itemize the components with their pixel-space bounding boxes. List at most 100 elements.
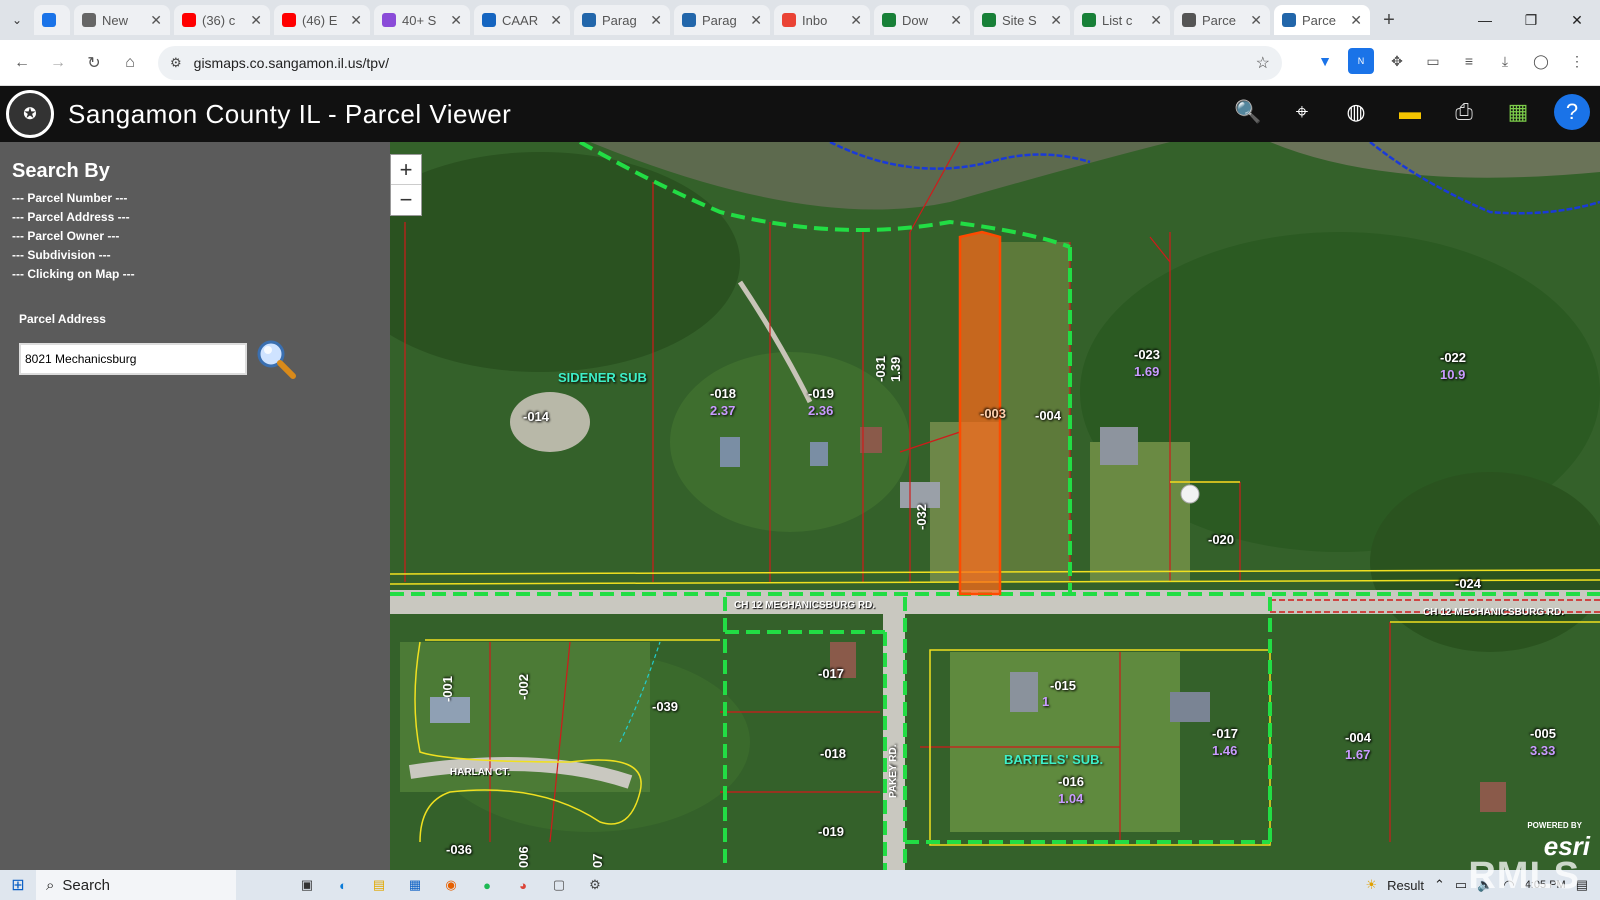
parcel-label[interactable]: -004 [1345, 730, 1371, 745]
parcel-label[interactable]: -017 [818, 666, 844, 681]
parcel-label[interactable]: 07 [590, 854, 605, 868]
reload-icon[interactable]: ↻ [76, 45, 112, 81]
parcel-label[interactable]: 006 [516, 846, 531, 868]
tab-close-icon[interactable]: ✕ [150, 12, 162, 29]
downloads-icon[interactable]: ⤓ [1492, 48, 1518, 74]
browser-tab[interactable]: Dow ✕ [874, 5, 970, 35]
parcel-label[interactable]: -031 [873, 356, 888, 382]
zoom-in-button[interactable]: + [391, 155, 421, 185]
bookmark-star-icon[interactable]: ☆ [1256, 53, 1270, 73]
parcel-map[interactable]: + − -014 -018 2.37 -019 2.36 -031 1.39 -… [390, 142, 1600, 870]
battery-icon[interactable]: ▭ [1455, 877, 1467, 893]
minimize-icon[interactable]: — [1462, 0, 1508, 40]
tab-close-icon[interactable]: ✕ [650, 12, 662, 29]
browser-tab[interactable]: (36) c ✕ [174, 5, 270, 35]
search-by-parcel-number-link[interactable]: --- Parcel Number --- [12, 189, 378, 208]
layers-grid-icon[interactable]: ▦ [1500, 94, 1536, 130]
search-by-parcel-owner-link[interactable]: --- Parcel Owner --- [12, 227, 378, 246]
parcel-label[interactable]: -017 [1212, 726, 1238, 741]
browser-tab[interactable] [34, 5, 70, 35]
parcel-label[interactable]: -032 [914, 504, 929, 530]
parcel-label[interactable]: -020 [1208, 532, 1234, 547]
store-icon[interactable]: ▦ [404, 874, 426, 896]
parcel-label[interactable]: -001 [440, 676, 455, 702]
parcel-label[interactable]: -014 [523, 409, 549, 424]
parcel-label[interactable]: -022 [1440, 350, 1466, 365]
taskbar-search-box[interactable]: ⌕ Search [36, 870, 236, 900]
result-label[interactable]: Result [1387, 878, 1424, 893]
firefox-icon[interactable]: ◉ [440, 874, 462, 896]
tray-chevron-icon[interactable]: ⌃ [1434, 877, 1445, 893]
restore-icon[interactable]: ❐ [1508, 0, 1554, 40]
browser-tab[interactable]: Parag ✕ [674, 5, 770, 35]
tab-close-icon[interactable]: ✕ [850, 12, 862, 29]
tab-close-icon[interactable]: ✕ [1250, 12, 1262, 29]
weather-sun-icon[interactable]: ☀ [1365, 877, 1377, 893]
browser-tab[interactable]: CAAR ✕ [474, 5, 570, 35]
parcel-label[interactable]: -004 [1035, 408, 1061, 423]
cast-icon[interactable]: ▭ [1420, 48, 1446, 74]
tab-close-icon[interactable]: ✕ [550, 12, 562, 29]
tab-close-icon[interactable]: ✕ [350, 12, 362, 29]
tab-close-icon[interactable]: ✕ [1150, 12, 1162, 29]
profile-avatar-icon[interactable]: ◯ [1528, 48, 1554, 74]
search-tool-icon[interactable]: 🔍 [1230, 94, 1266, 130]
basemap-globe-icon[interactable]: ◍ [1338, 94, 1374, 130]
browser-tab[interactable]: List c ✕ [1074, 5, 1170, 35]
tab-close-icon[interactable]: ✕ [1050, 12, 1062, 29]
browser-tab[interactable]: (46) E ✕ [274, 5, 370, 35]
edge-icon[interactable]: ◐ [332, 874, 354, 896]
print-icon[interactable]: ⎙ [1446, 94, 1482, 130]
parcel-label[interactable]: -024 [1455, 576, 1481, 591]
browser-tab[interactable]: Inbo ✕ [774, 5, 870, 35]
file-explorer-icon[interactable]: ▤ [368, 874, 390, 896]
tab-close-icon[interactable]: ✕ [1350, 12, 1362, 29]
media-control-icon[interactable]: ≡ [1456, 48, 1482, 74]
search-by-parcel-address-link[interactable]: --- Parcel Address --- [12, 208, 378, 227]
site-info-icon[interactable]: ⚙ [170, 55, 182, 71]
measure-ruler-icon[interactable]: ▬ [1392, 94, 1428, 130]
browser-tab[interactable]: 40+ S ✕ [374, 5, 470, 35]
tab-close-icon[interactable]: ✕ [750, 12, 762, 29]
news-extension-icon[interactable]: N [1348, 48, 1374, 74]
parcel-label[interactable]: -036 [446, 842, 472, 857]
settings-gear-icon[interactable]: ⚙ [584, 874, 606, 896]
help-icon[interactable]: ? [1554, 94, 1590, 130]
vpn-extension-icon[interactable]: ▼ [1312, 48, 1338, 74]
parcel-label[interactable]: -005 [1530, 726, 1556, 741]
task-view-icon[interactable]: ▣ [296, 874, 318, 896]
parcel-label[interactable]: -039 [652, 699, 678, 714]
puzzle-extensions-icon[interactable]: ✥ [1384, 48, 1410, 74]
parcel-label[interactable]: -019 [808, 386, 834, 401]
menu-kebab-icon[interactable]: ⋮ [1564, 48, 1590, 74]
browser-tab[interactable]: Parce ✕ [1274, 5, 1370, 35]
spotify-icon[interactable]: ● [476, 874, 498, 896]
tab-close-icon[interactable]: ✕ [950, 12, 962, 29]
search-by-subdivision-link[interactable]: --- Subdivision --- [12, 246, 378, 265]
parcel-label-selected[interactable]: -003 [980, 406, 1006, 421]
locate-crosshair-icon[interactable]: ⌖ [1284, 94, 1320, 130]
app-icon[interactable]: ▢ [548, 874, 570, 896]
address-bar[interactable]: ⚙ gismaps.co.sangamon.il.us/tpv/ ☆ [158, 46, 1282, 80]
tab-search-chevron-icon[interactable]: ⌄ [0, 0, 34, 40]
parcel-label[interactable]: -018 [710, 386, 736, 401]
parcel-label[interactable]: -016 [1058, 774, 1084, 789]
search-magnifier-icon[interactable] [255, 338, 297, 380]
parcel-label[interactable]: -018 [820, 746, 846, 761]
back-arrow-icon[interactable]: ← [4, 45, 40, 81]
forward-arrow-icon[interactable]: → [40, 45, 76, 81]
parcel-label[interactable]: -015 [1050, 678, 1076, 693]
close-window-icon[interactable]: ✕ [1554, 0, 1600, 40]
windows-start-icon[interactable]: ⊞ [0, 870, 36, 900]
search-by-clicking-map-link[interactable]: --- Clicking on Map --- [12, 265, 378, 284]
tab-close-icon[interactable]: ✕ [250, 12, 262, 29]
parcel-label[interactable]: -002 [516, 674, 531, 700]
browser-tab[interactable]: Site S ✕ [974, 5, 1070, 35]
parcel-label[interactable]: -019 [818, 824, 844, 839]
zoom-out-button[interactable]: − [391, 185, 421, 215]
chrome-icon[interactable]: ◕ [512, 874, 534, 896]
parcel-address-input[interactable] [19, 343, 247, 375]
parcel-label[interactable]: -023 [1134, 347, 1160, 362]
browser-tab[interactable]: Parag ✕ [574, 5, 670, 35]
browser-tab[interactable]: Parce ✕ [1174, 5, 1270, 35]
